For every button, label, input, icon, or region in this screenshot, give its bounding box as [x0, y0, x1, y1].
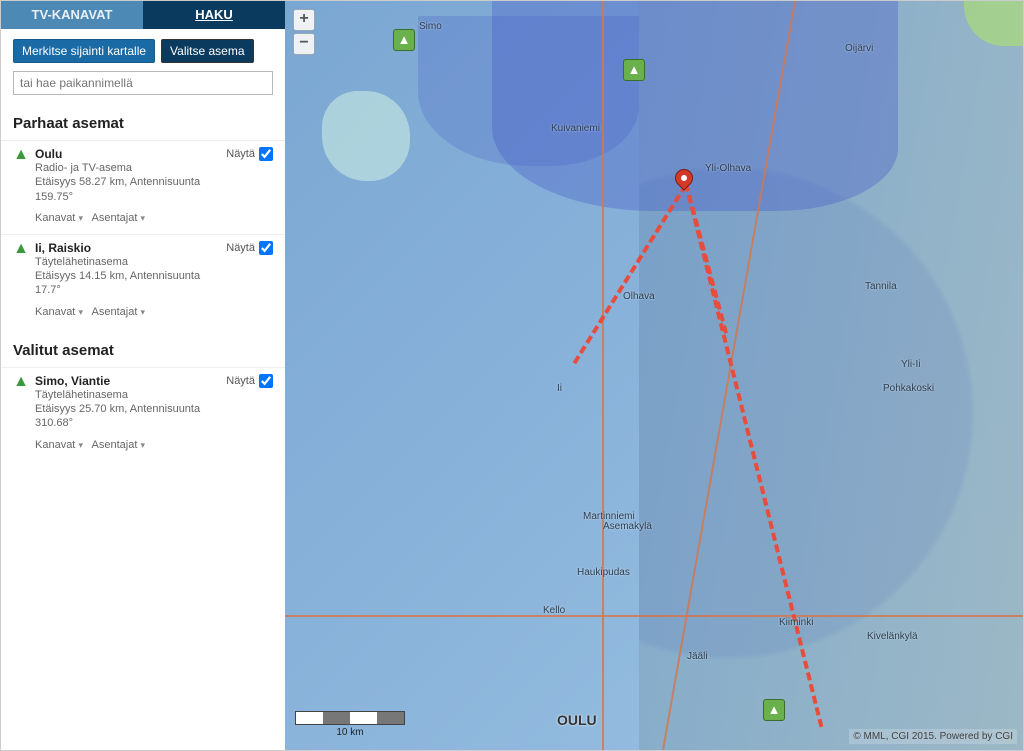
mark-location-button[interactable]: Merkitse sijainti kartalle	[13, 39, 155, 63]
tower-marker-simo[interactable]: ▲	[393, 29, 415, 51]
coverage-overlay	[418, 16, 639, 166]
app-root: TV-KANAVAT HAKU Merkitse sijainti kartal…	[0, 0, 1024, 751]
channels-dropdown[interactable]: Kanavat ▾	[35, 439, 83, 451]
place-label: Jääli	[687, 651, 708, 662]
selected-stations-heading: Valitut asemat	[1, 328, 285, 367]
place-label: Simo	[419, 21, 442, 32]
scale-label: 10 km	[295, 727, 405, 738]
choose-station-button[interactable]: Valitse asema	[161, 39, 253, 63]
place-label: Tannila	[865, 281, 897, 292]
best-stations-heading: Parhaat asemat	[1, 101, 285, 140]
place-label: Pohkakoski	[883, 383, 934, 394]
show-checkbox[interactable]	[259, 147, 273, 161]
place-label: Oijärvi	[845, 43, 873, 54]
installers-dropdown[interactable]: Asentajat ▾	[92, 439, 145, 451]
station-distance: Etäisyys 58.27 km, Antennisuunta 159.75°	[35, 175, 226, 204]
place-label: Kivelänkylä	[867, 631, 918, 642]
map-shallow	[322, 91, 411, 181]
place-label: Olhava	[623, 291, 655, 302]
tower-marker-ii-raiskio[interactable]: ▲	[623, 59, 645, 81]
channels-dropdown[interactable]: Kanavat ▾	[35, 212, 83, 224]
station-name: Oulu	[35, 147, 226, 161]
tab-haku[interactable]: HAKU	[143, 1, 285, 29]
tower-icon: ▲	[13, 147, 29, 167]
station-name: Ii, Raiskio	[35, 241, 226, 255]
channels-dropdown[interactable]: Kanavat ▾	[35, 306, 83, 318]
sidebar: TV-KANAVAT HAKU Merkitse sijainti kartal…	[1, 1, 285, 750]
map-road	[285, 615, 1023, 617]
map-road	[602, 1, 604, 750]
place-label: Kuivaniemi	[551, 123, 600, 134]
station-item: ▲ Simo, Viantie Täytelähetinasema Etäisy…	[1, 367, 285, 461]
place-label: Ii	[557, 383, 562, 394]
location-marker[interactable]	[675, 169, 693, 195]
place-label: Yli-Ii	[901, 359, 920, 370]
map[interactable]: ▲ ▲ ▲ OULU Simo Kuivaniemi Yli-Olhava Oi…	[285, 1, 1023, 750]
show-label: Näytä	[226, 148, 255, 160]
controls: Merkitse sijainti kartalle Valitse asema	[1, 29, 285, 101]
place-label: Kiiminki	[779, 617, 813, 628]
tab-bar: TV-KANAVAT HAKU	[1, 1, 285, 29]
station-type: Täytelähetinasema	[35, 255, 226, 269]
search-input[interactable]	[13, 71, 273, 95]
installers-dropdown[interactable]: Asentajat ▾	[92, 306, 145, 318]
place-label: Yli-Olhava	[705, 163, 751, 174]
show-label: Näytä	[226, 242, 255, 254]
station-type: Radio- ja TV-asema	[35, 161, 226, 175]
show-checkbox[interactable]	[259, 374, 273, 388]
place-label: Asemakylä	[603, 521, 652, 532]
zoom-out-button[interactable]: −	[293, 33, 315, 55]
station-name: Simo, Viantie	[35, 374, 226, 388]
place-label: Kello	[543, 605, 565, 616]
station-item: ▲ Oulu Radio- ja TV-asema Etäisyys 58.27…	[1, 140, 285, 234]
map-zoom: + −	[293, 9, 315, 57]
tower-marker-oulu[interactable]: ▲	[763, 699, 785, 721]
map-attribution: © MML, CGI 2015. Powered by CGI	[849, 729, 1017, 744]
installers-dropdown[interactable]: Asentajat ▾	[92, 212, 145, 224]
station-distance: Etäisyys 25.70 km, Antennisuunta 310.68°	[35, 402, 226, 431]
city-label-oulu: OULU	[557, 712, 597, 728]
station-item: ▲ Ii, Raiskio Täytelähetinasema Etäisyys…	[1, 234, 285, 328]
show-label: Näytä	[226, 375, 255, 387]
tower-icon: ▲	[13, 241, 29, 261]
show-checkbox[interactable]	[259, 241, 273, 255]
place-label: Haukipudas	[577, 567, 630, 578]
map-scalebar: 10 km	[295, 711, 405, 738]
tower-icon: ▲	[13, 374, 29, 394]
station-type: Täytelähetinasema	[35, 388, 226, 402]
tab-tv-kanavat[interactable]: TV-KANAVAT	[1, 1, 143, 29]
station-distance: Etäisyys 14.15 km, Antennisuunta 17.7°	[35, 269, 226, 298]
zoom-in-button[interactable]: +	[293, 9, 315, 31]
